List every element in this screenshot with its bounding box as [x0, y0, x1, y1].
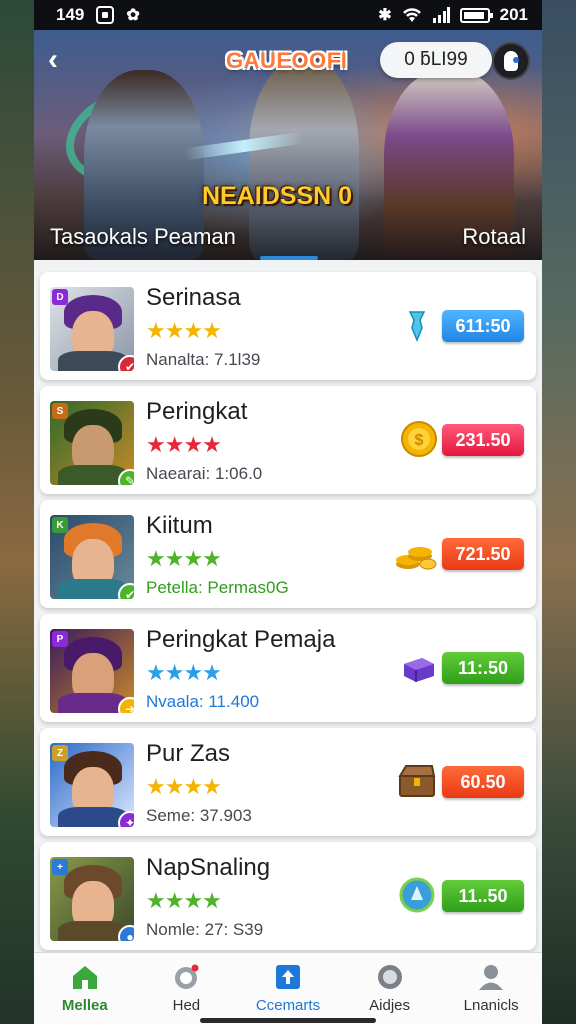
item-subtitle: Seme: 37.903: [146, 806, 252, 825]
item-name: Peringkat Pemaja: [146, 626, 336, 653]
item-tag: P: [52, 631, 68, 647]
gem-block-icon: [404, 658, 434, 682]
rating-stars: ★★★★: [146, 774, 222, 799]
rating-stars: ★★★★: [146, 318, 222, 343]
item-thumbnail: S ✎: [50, 401, 134, 485]
nav-label: Mellea: [61, 997, 108, 1014]
nav-label: Ccemarts: [255, 997, 321, 1014]
price-button[interactable]: 231.50: [442, 424, 524, 456]
wifi-icon: [402, 8, 421, 22]
svg-text:$: $: [415, 432, 424, 449]
item-thumbnail: K ✔: [50, 515, 134, 599]
item-name: NapSnaling: [146, 854, 271, 881]
emblem-icon: [399, 877, 435, 913]
settings-notification-icon: ✿: [126, 7, 140, 24]
background-art-left: [0, 0, 34, 1024]
treasure-chest-icon: [398, 765, 436, 797]
notification-icon: [96, 6, 115, 24]
home-icon: [72, 966, 97, 989]
item-subtitle: Nanalta: 7.1l39: [146, 350, 261, 369]
status-bar: 149 ✿ ✱ 201: [34, 0, 542, 30]
rating-stars: ★★★★: [146, 660, 222, 685]
item-tag: Z: [52, 745, 68, 761]
hero-right-label: Rotaal: [462, 224, 526, 249]
profile-icon: [479, 965, 504, 990]
rating-stars: ★★★★: [146, 546, 222, 571]
item-subtitle: Nvaala: 11.400: [146, 692, 260, 711]
item-thumbnail: + ●: [50, 857, 134, 941]
price-button[interactable]: 721.50: [442, 538, 524, 570]
nav-item-profile[interactable]: Lnanicls: [440, 953, 542, 1024]
hero-left-label: Tasaokals Peaman: [50, 224, 236, 249]
item-subtitle: Naearai: 1:06.0: [146, 464, 263, 483]
item-name: Pur Zas: [146, 740, 231, 767]
background-art-right: [542, 0, 576, 1024]
item-subtitle: Petella: Permas0G: [146, 578, 289, 597]
status-time: 149: [56, 5, 85, 24]
signal-icon: [432, 7, 450, 23]
list-item[interactable]: K ✔ Kiitum ★★★★ Petella: Permas0G 721.50: [40, 500, 536, 608]
list-item[interactable]: D ✔ Serinasa ★★★★ Nanalta: 7.1l39 611:50: [40, 272, 536, 380]
nav-item-chat[interactable]: Aidjes: [339, 953, 441, 1024]
item-thumbnail: D ✔: [50, 287, 134, 371]
item-name: Kiitum: [146, 512, 213, 539]
nav-label: Hed: [172, 997, 201, 1014]
nav-label: Lnanicls: [463, 997, 519, 1014]
list-item[interactable]: + ● NapSnaling ★★★★ Nomle: 27: S39 11..5…: [40, 842, 536, 950]
list-item[interactable]: Z ✦ Pur Zas ★★★★ Seme: 37.903 60.50: [40, 728, 536, 836]
price-button[interactable]: 611:50: [442, 310, 524, 342]
coin-icon: $: [401, 421, 437, 457]
battery-icon: [459, 7, 493, 23]
coins-stack-icon: [396, 547, 437, 570]
bluetooth-icon: ✱: [378, 7, 392, 24]
item-name: Peringkat: [146, 398, 248, 425]
avatar-icon: [504, 51, 519, 71]
hero-caption: NEAIDSSN 0: [202, 182, 353, 210]
item-subtitle: Nomle: 27: S39: [146, 920, 264, 939]
item-tag: S: [52, 403, 68, 419]
item-thumbnail: Z ✦: [50, 743, 134, 827]
price-button[interactable]: 11:.50: [442, 652, 524, 684]
item-name: Serinasa: [146, 284, 241, 311]
chat-icon: [377, 965, 402, 989]
battery-text: 201: [499, 5, 528, 24]
price-button[interactable]: 60.50: [442, 766, 524, 798]
nav-item-camera[interactable]: Hed: [136, 953, 238, 1024]
item-tag: K: [52, 517, 68, 533]
phone-screen: 149 ✿ ✱ 201 ‹ GAUEOOFI 0 ƃLI99 NEAIDSSN …: [34, 0, 542, 1024]
item-thumbnail: P ➜: [50, 629, 134, 713]
list-item[interactable]: P ➜ Peringkat Pemaja ★★★★ Nvaala: 11.400…: [40, 614, 536, 722]
price-button[interactable]: 11..50: [442, 880, 524, 912]
carousel-indicator: [260, 256, 318, 260]
upload-icon: [275, 965, 300, 989]
crystal-icon: [408, 311, 426, 342]
camera-icon: [175, 964, 199, 989]
rating-stars: ★★★★: [146, 432, 222, 457]
hero-character-center: [249, 60, 359, 260]
item-tag: +: [52, 859, 68, 875]
bottom-navigation: Mellea Hed Ccemarts Aidjes Lnanicls: [34, 952, 542, 1024]
item-tag: D: [52, 289, 68, 305]
nav-item-home[interactable]: Mellea: [34, 953, 136, 1024]
nav-label: Aidjes: [369, 997, 410, 1014]
back-button[interactable]: ‹: [48, 45, 78, 76]
balance-pill[interactable]: 0 ƃLI99: [380, 42, 492, 78]
hero-banner[interactable]: ‹ GAUEOOFI 0 ƃLI99 NEAIDSSN 0 Tasaokals …: [34, 30, 542, 260]
nav-item-upload[interactable]: Ccemarts: [237, 953, 339, 1024]
home-indicator[interactable]: [200, 1018, 376, 1023]
avatar[interactable]: [492, 42, 530, 80]
list-item[interactable]: S ✎ Peringkat ★★★★ Naearai: 1:06.0 $ 231…: [40, 386, 536, 494]
rating-stars: ★★★★: [146, 888, 222, 913]
app-title: GAUEOOFI: [226, 48, 348, 73]
